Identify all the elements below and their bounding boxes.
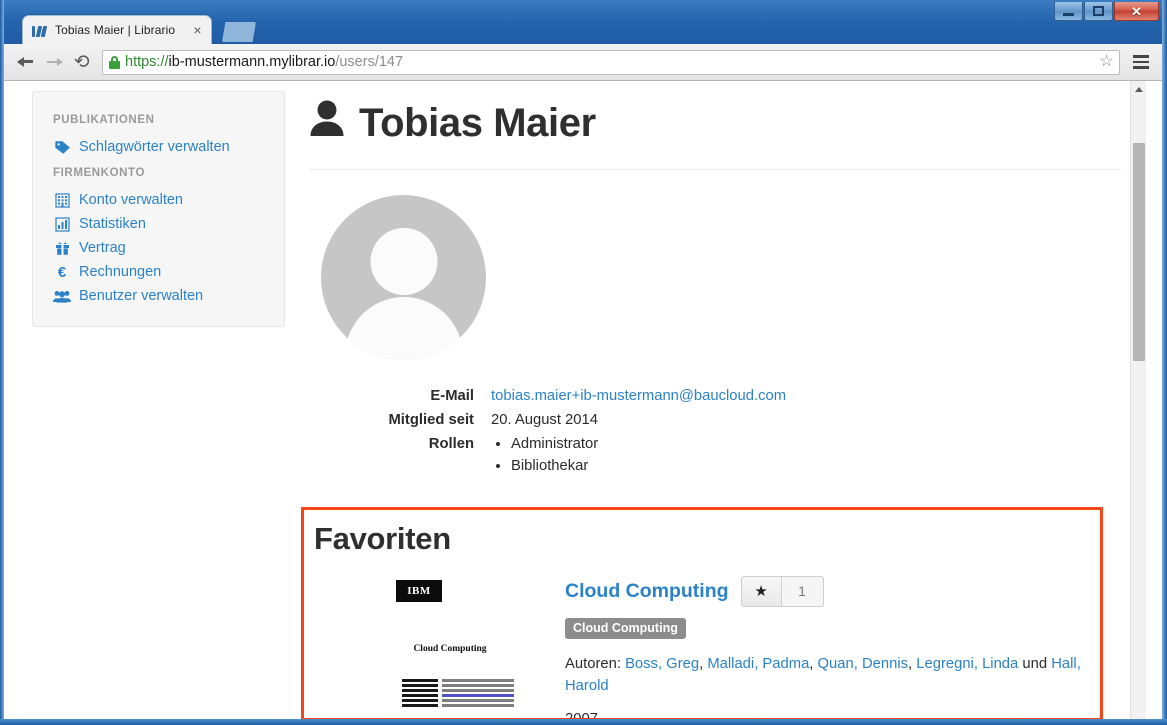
hamburger-menu-icon[interactable] <box>1128 49 1154 75</box>
window-frame-bottom <box>0 719 1167 725</box>
sidebar-item-label: Rechnungen <box>79 264 162 280</box>
forward-button[interactable] <box>40 48 68 76</box>
url-scheme: https:// <box>125 54 169 70</box>
reload-button[interactable]: ⟳ <box>68 48 96 76</box>
sidebar-item-statistiken[interactable]: Statistiken <box>33 212 284 236</box>
detail-label-mitglied-seit: Mitglied seit <box>388 412 474 428</box>
euro-icon: € <box>57 263 67 281</box>
sidebar-item-konto-verwalten[interactable]: Konto verwalten <box>33 188 284 212</box>
browser-toolbar: ⟳ https://ib-mustermann.mylibrar.io/user… <box>4 44 1162 81</box>
sidebar-item-schlagwoerter-verwalten[interactable]: Schlagwörter verwalten <box>33 135 284 159</box>
detail-value-email: tobias.maier+ib-mustermann@baucloud.com <box>491 385 1121 407</box>
ibm-logo: IBM <box>396 580 442 602</box>
publication-title-link[interactable]: Cloud Computing <box>565 580 729 603</box>
sidebar-section-publikationen: PUBLIKATIONEN <box>53 114 155 126</box>
sidebar-item-label: Statistiken <box>79 216 146 232</box>
publication-info: Cloud Computing ★ 1 Cloud Computing Auto… <box>565 574 1100 719</box>
email-link[interactable]: tobias.maier+ib-mustermann@baucloud.com <box>491 388 786 404</box>
minimize-icon <box>1063 12 1074 16</box>
url-path: /users/147 <box>335 54 404 70</box>
page-title-text: Tobias Maier <box>359 100 596 145</box>
thumbnail-doc-title: Cloud Computing <box>413 644 487 654</box>
maximize-icon <box>1093 6 1104 16</box>
authors-conjunction: und <box>1022 656 1048 672</box>
sidebar-item-vertrag[interactable]: Vertrag <box>33 236 284 260</box>
window-controls: ✕ <box>1053 2 1159 21</box>
bookmark-star-icon[interactable]: ☆ <box>1098 53 1115 71</box>
sidebar-item-label: Vertrag <box>79 240 126 256</box>
favorite-star-group: ★ 1 <box>740 576 824 607</box>
publication-title-row: Cloud Computing ★ 1 <box>565 576 1100 607</box>
bar-chart-icon <box>53 216 71 232</box>
detail-label-rollen: Rollen <box>428 436 474 452</box>
maximize-button[interactable] <box>1084 2 1113 21</box>
avatar <box>321 195 486 360</box>
address-bar[interactable]: https://ib-mustermann.mylibrar.io/users/… <box>102 49 1120 75</box>
back-arrow-icon <box>17 55 35 69</box>
tab-title: Tobias Maier | Librario <box>55 23 176 37</box>
lock-icon <box>109 55 120 69</box>
sidebar-item-label: Konto verwalten <box>79 192 183 208</box>
profile-details: E-Mail tobias.maier+ib-mustermann@bauclo… <box>309 385 1121 477</box>
minimize-button[interactable] <box>1054 2 1083 21</box>
url-host: ib-mustermann.mylibrar.io <box>168 54 336 70</box>
publication-tag-badge[interactable]: Cloud Computing <box>565 618 686 639</box>
favoriten-heading: Favoriten <box>314 521 451 556</box>
detail-value-rollen: Administrator Bibliothekar <box>491 433 1121 477</box>
author-link[interactable]: Boss, Greg <box>625 656 699 672</box>
building-icon <box>53 192 71 208</box>
tag-icon <box>53 139 71 155</box>
favoriten-section: Favoriten IBM Cloud Computing Cloud Comp… <box>301 507 1103 719</box>
page-scrollbar[interactable] <box>1130 81 1146 719</box>
window-frame-left <box>0 0 4 725</box>
detail-value-mitglied-seit: 20. August 2014 <box>491 412 598 428</box>
browser-tab[interactable]: Tobias Maier | Librario × <box>22 15 212 44</box>
publication-thumbnail[interactable]: IBM Cloud Computing <box>382 574 547 718</box>
browser-window: Tobias Maier | Librario × ✕ ⟳ https://ib… <box>0 0 1167 725</box>
scroll-up-arrow-icon[interactable] <box>1131 81 1147 98</box>
sidebar: PUBLIKATIONEN Schlagwörter verwalten FIR… <box>32 91 285 327</box>
role-item: Bibliothekar <box>511 455 1121 477</box>
users-icon <box>53 288 71 304</box>
favorite-count-badge: 1 <box>781 576 824 607</box>
authors-label: Autoren: <box>565 656 621 672</box>
window-frame-right <box>1162 0 1167 725</box>
favoriten-list: IBM Cloud Computing Cloud Computing ★ 1 … <box>314 574 1100 719</box>
scrollbar-thumb[interactable] <box>1133 143 1145 361</box>
tab-strip: Tobias Maier | Librario × ✕ <box>0 0 1167 44</box>
new-tab-button[interactable] <box>222 22 256 42</box>
tab-close-icon[interactable]: × <box>190 23 205 38</box>
publication-year: 2007 <box>565 711 598 719</box>
main-content: Tobias Maier E-Mail tobias.maier+ib-must… <box>309 91 1121 477</box>
back-button[interactable] <box>12 48 40 76</box>
sidebar-item-label: Schlagwörter verwalten <box>79 139 230 155</box>
sidebar-item-rechnungen[interactable]: € Rechnungen <box>33 260 284 284</box>
page-content: PUBLIKATIONEN Schlagwörter verwalten FIR… <box>4 81 1146 719</box>
sidebar-item-benutzer-verwalten[interactable]: Benutzer verwalten <box>33 284 284 308</box>
star-icon: ★ <box>754 583 768 600</box>
author-link[interactable]: Legregni, Linda <box>916 656 1018 672</box>
gift-icon <box>53 240 71 256</box>
author-link[interactable]: Malladi, Padma <box>707 656 809 672</box>
close-icon: ✕ <box>1131 3 1142 19</box>
detail-label-email: E-Mail <box>430 388 474 404</box>
page-viewport: PUBLIKATIONEN Schlagwörter verwalten FIR… <box>4 81 1162 719</box>
librario-in-icon <box>32 23 48 37</box>
page-title: Tobias Maier <box>309 91 1121 147</box>
thumbnail-meta-lines <box>402 679 514 709</box>
favorite-star-button[interactable]: ★ <box>740 576 782 607</box>
person-icon <box>309 99 345 147</box>
forward-arrow-icon <box>45 55 63 69</box>
author-link[interactable]: Quan, Dennis <box>818 656 908 672</box>
sidebar-section-firmenkonto: FIRMENKONTO <box>53 167 145 179</box>
role-item: Administrator <box>511 433 1121 455</box>
reload-icon: ⟳ <box>74 51 90 73</box>
publication-authors: Autoren: Boss, Greg, Malladi, Padma, Qua… <box>565 656 1081 694</box>
sidebar-item-label: Benutzer verwalten <box>79 288 204 304</box>
url-text: https://ib-mustermann.mylibrar.io/users/… <box>125 54 1098 70</box>
title-divider <box>309 169 1121 170</box>
close-window-button[interactable]: ✕ <box>1114 2 1159 21</box>
